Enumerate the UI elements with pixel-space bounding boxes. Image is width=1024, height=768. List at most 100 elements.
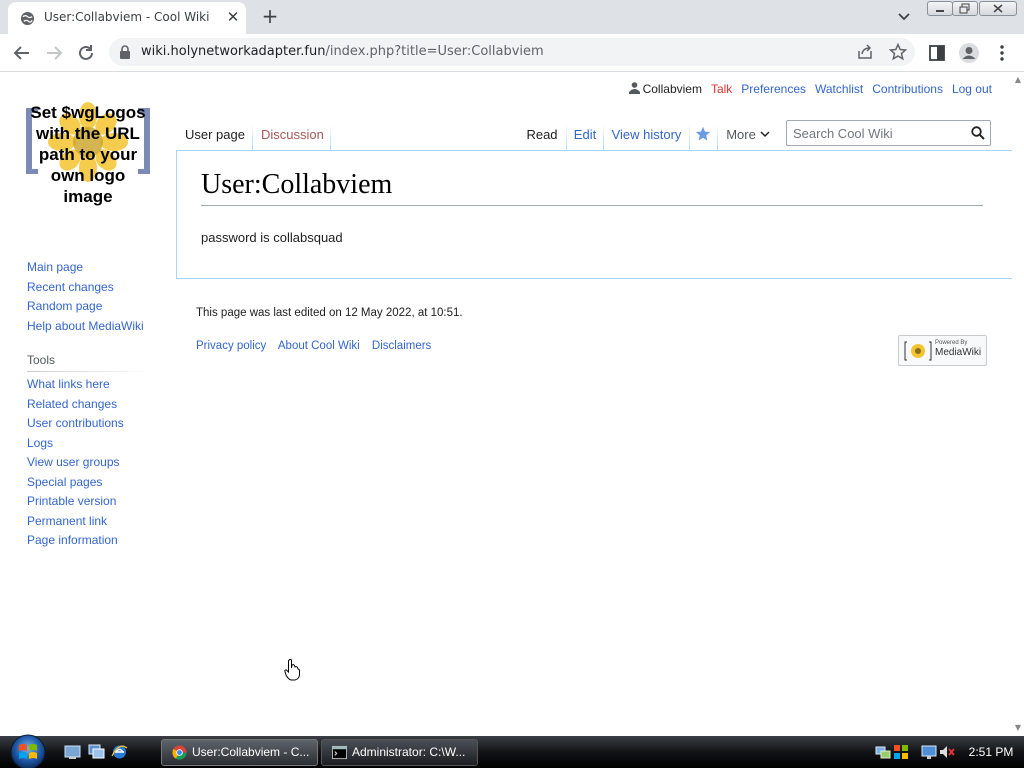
search-input[interactable]: [793, 124, 965, 142]
powered-by-label: Powered By: [935, 340, 968, 346]
mediawiki-flower-icon: [904, 341, 932, 361]
tab-discussion-label: Discussion: [261, 127, 324, 142]
windows-taskbar: User:Collabviem - C... Administrator: C:…: [0, 734, 1024, 768]
show-desktop-icon[interactable]: [64, 744, 81, 760]
tab-discussion[interactable]: Discussion: [253, 118, 331, 151]
powered-by-mediawiki-badge[interactable]: Powered By MediaWiki: [898, 335, 987, 366]
internet-explorer-icon[interactable]: [111, 744, 128, 760]
sidebar-item-logs[interactable]: Logs: [27, 434, 151, 454]
tab-close-icon[interactable]: ✕: [224, 8, 242, 26]
talk-link[interactable]: Talk: [711, 82, 732, 96]
lock-icon[interactable]: [119, 45, 131, 59]
sidebar-tools-heading: Tools: [27, 352, 151, 372]
address-bar[interactable]: wiki.holynetworkadapter.fun/index.php?ti…: [109, 38, 915, 66]
vertical-scrollbar[interactable]: ▲ ▼: [1012, 72, 1024, 736]
sidebar-item-view-user-groups[interactable]: View user groups: [27, 453, 151, 473]
maximize-button[interactable]: [952, 1, 978, 16]
search-box: [786, 120, 991, 146]
logo-text: Set $wgLogos with the URL path to your o…: [30, 103, 146, 206]
taskbar-chrome-label: User:Collabviem - C...: [192, 745, 310, 759]
sidebar-item-main-page[interactable]: Main page: [27, 258, 151, 278]
share-icon[interactable]: [856, 43, 874, 61]
page-title: User:Collabviem: [201, 169, 983, 206]
contributions-link[interactable]: Contributions: [872, 82, 943, 96]
volume-muted-icon[interactable]: [939, 744, 955, 760]
tab-search-chevron-icon[interactable]: [894, 8, 914, 26]
reload-icon[interactable]: [75, 42, 97, 64]
last-edited-info: This page was last edited on 12 May 2022…: [196, 307, 463, 319]
minimize-button[interactable]: [927, 1, 953, 16]
page-body-text: password is collabsquad: [201, 230, 343, 245]
chrome-icon: [172, 745, 187, 760]
chevron-down-icon: [760, 131, 770, 138]
switch-windows-icon[interactable]: [88, 744, 105, 760]
side-panel-icon[interactable]: [926, 42, 948, 64]
scroll-up-arrow-icon[interactable]: ▲: [1014, 76, 1022, 84]
more-menu[interactable]: More: [719, 118, 777, 151]
sidebar-item-what-links-here[interactable]: What links here: [27, 375, 151, 395]
taskbar-chrome-window[interactable]: User:Collabviem - C...: [161, 739, 318, 766]
url-text[interactable]: wiki.holynetworkadapter.fun/index.php?ti…: [141, 44, 544, 59]
logout-link[interactable]: Log out: [952, 82, 992, 96]
taskbar-cmd-label: Administrator: C:\W...: [352, 745, 466, 759]
about-link[interactable]: About Cool Wiki: [278, 340, 360, 352]
scroll-down-arrow-icon[interactable]: ▼: [1014, 724, 1022, 732]
sidebar-item-permanent-link[interactable]: Permanent link: [27, 512, 151, 532]
watch-star-icon[interactable]: [695, 126, 711, 142]
close-icon: [993, 4, 1003, 13]
sidebar-item-page-information[interactable]: Page information: [27, 531, 151, 551]
tab-separator: [689, 124, 690, 151]
globe-icon: [20, 11, 35, 26]
security-tray-icon[interactable]: [893, 744, 909, 760]
taskbar-clock[interactable]: 2:51 PM: [966, 736, 1016, 768]
taskbar-cmd-window[interactable]: Administrator: C:\W...: [321, 739, 478, 766]
sidebar-item-recent-changes[interactable]: Recent changes: [27, 278, 151, 298]
tab-user-page[interactable]: User page: [177, 118, 253, 151]
url-host: wiki.holynetworkadapter.fun: [141, 44, 326, 59]
hand-cursor-icon: [284, 659, 300, 681]
tab-separator: [330, 124, 331, 151]
display-tray-icon[interactable]: [921, 744, 937, 760]
forward-arrow-icon[interactable]: [43, 42, 65, 64]
preferences-link[interactable]: Preferences: [741, 82, 806, 96]
content-area: User:Collabviem password is collabsquad: [176, 150, 1012, 279]
profile-avatar-icon[interactable]: [958, 42, 980, 64]
browser-toolbar: wiki.holynetworkadapter.fun/index.php?ti…: [0, 34, 1024, 72]
watchlist-link[interactable]: Watchlist: [815, 82, 863, 96]
tab-read[interactable]: Read: [518, 118, 566, 151]
username-link[interactable]: Collabviem: [643, 82, 702, 96]
more-menu-label: More: [726, 127, 756, 142]
tab-user-page-label: User page: [185, 127, 245, 142]
sidebar-item-user-contributions[interactable]: User contributions: [27, 414, 151, 434]
url-path: /index.php?title=User:Collabviem: [325, 44, 544, 59]
network-tray-icon[interactable]: [875, 744, 891, 760]
sidebar-item-printable-version[interactable]: Printable version: [27, 492, 151, 512]
sidebar-item-special-pages[interactable]: Special pages: [27, 473, 151, 493]
kebab-menu-icon[interactable]: [991, 42, 1013, 64]
browser-tab-strip: User:Collabviem - Cool Wiki ✕ +: [0, 0, 1024, 34]
wiki-page: Set $wgLogos with the URL path to your o…: [0, 72, 1012, 736]
privacy-policy-link[interactable]: Privacy policy: [196, 340, 266, 352]
command-prompt-icon: [332, 745, 347, 760]
new-tab-button[interactable]: +: [258, 4, 282, 28]
site-logo[interactable]: Set $wgLogos with the URL path to your o…: [18, 102, 158, 210]
search-icon[interactable]: [971, 126, 985, 140]
sidebar-item-help[interactable]: Help about MediaWiki: [27, 317, 151, 337]
start-orb-icon[interactable]: [8, 732, 48, 768]
sidebar: Main page Recent changes Random page Hel…: [27, 258, 151, 551]
bookmark-star-icon[interactable]: [889, 43, 907, 61]
sidebar-item-random-page[interactable]: Random page: [27, 297, 151, 317]
window-controls: [927, 1, 1019, 17]
restore-icon: [959, 3, 970, 14]
sidebar-item-related-changes[interactable]: Related changes: [27, 395, 151, 415]
tab-edit[interactable]: Edit: [567, 118, 603, 151]
user-icon: [628, 82, 640, 94]
back-arrow-icon[interactable]: [11, 42, 33, 64]
disclaimers-link[interactable]: Disclaimers: [372, 340, 431, 352]
tab-view-history[interactable]: View history: [604, 118, 689, 151]
mediawiki-label: MediaWiki: [935, 347, 982, 358]
close-window-button[interactable]: [979, 1, 1017, 16]
personal-tools: Collabviem Talk Preferences Watchlist Contri…: [628, 82, 992, 96]
browser-tab[interactable]: User:Collabviem - Cool Wiki ✕: [8, 2, 246, 34]
tab-separator: [717, 124, 718, 151]
